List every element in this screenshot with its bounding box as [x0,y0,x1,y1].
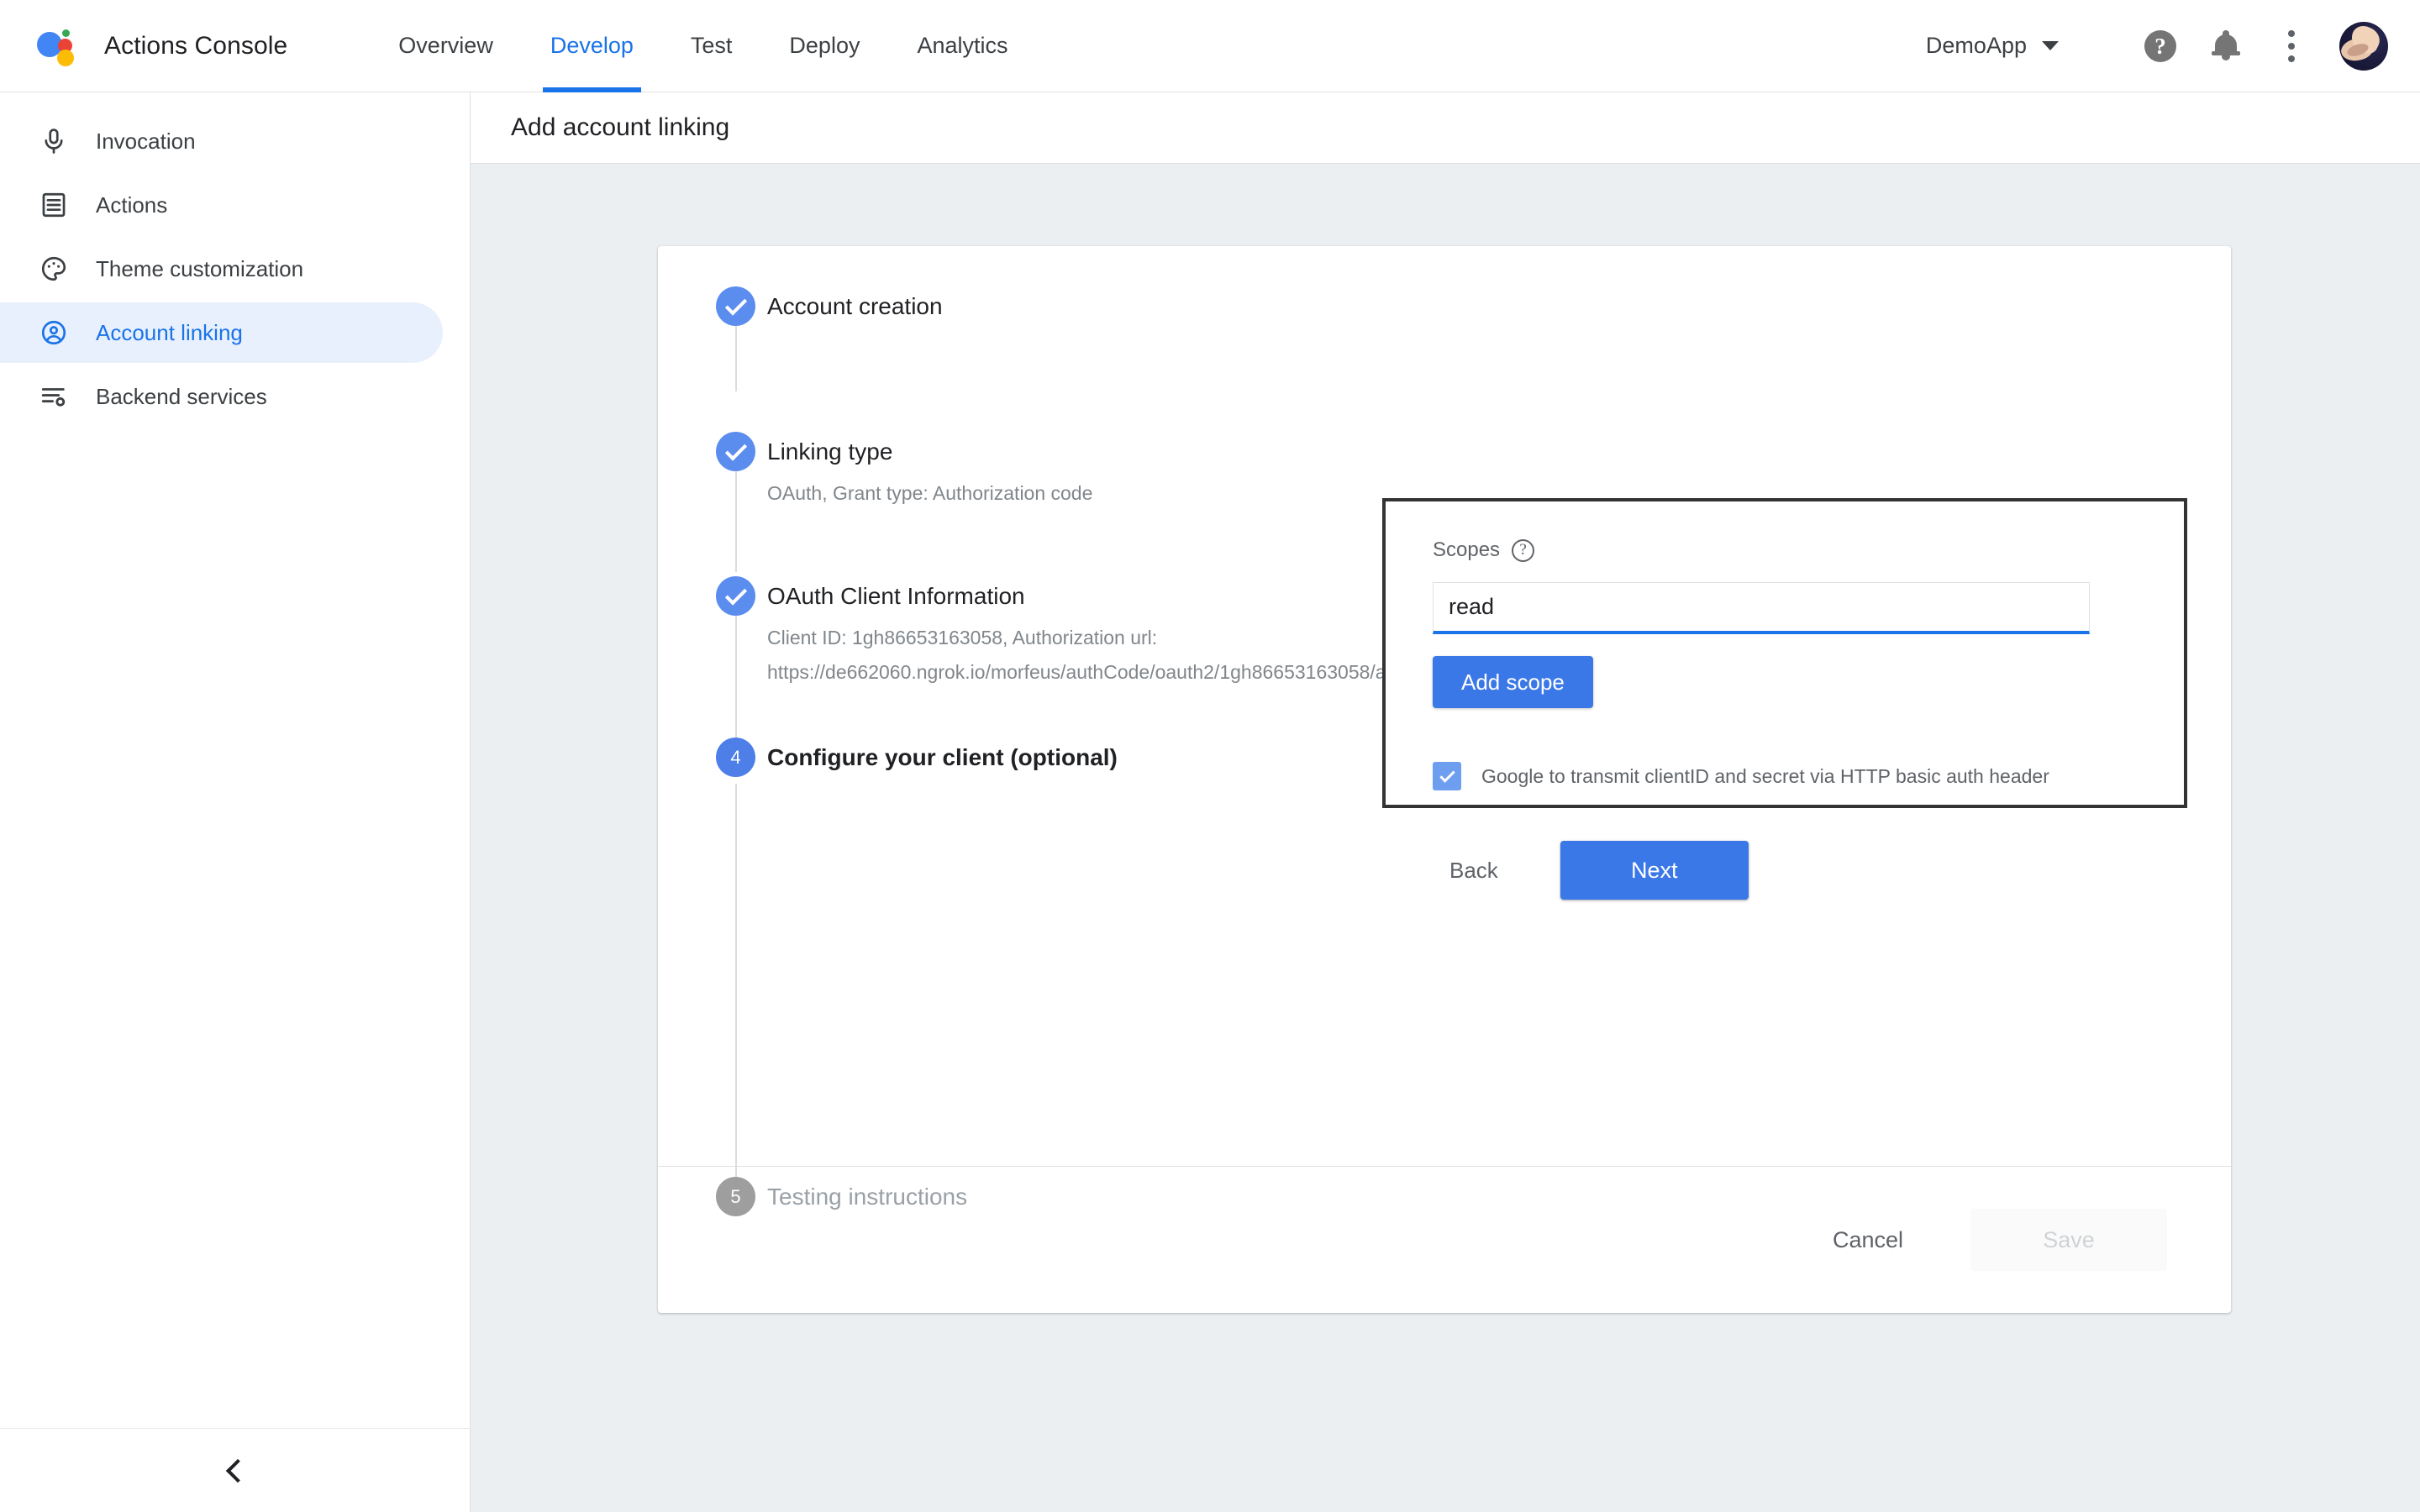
step-linking-type[interactable]: Linking type OAuth, Grant type: Authoriz… [658,432,1092,511]
sidebar-collapse-button[interactable] [0,1428,471,1512]
sidebar-item-label: Account linking [96,319,243,345]
sidebar: Invocation Actions Theme customization A… [0,92,471,1512]
wizard-nav-buttons: Back Next [1431,841,1749,900]
sidebar-item-invocation[interactable]: Invocation [0,111,443,171]
tab-test-label: Test [690,33,733,58]
step-marker-number: 4 [716,738,755,777]
step-subtitle: OAuth, Grant type: Authorization code [767,482,1093,504]
app-selector[interactable]: DemoApp [1926,33,2059,59]
main-nav-tabs: Overview Develop Test Deploy Analytics [370,0,1036,92]
list-document-icon [37,188,71,222]
app-selector-label: DemoApp [1925,33,2027,58]
card-body: Account creation Linking type OAuth, Gra… [658,246,2231,1216]
step-title: Account creation [767,293,943,319]
step-title: OAuth Client Information [767,583,1025,609]
step-connector [735,326,737,391]
tab-develop-label: Develop [550,33,634,58]
brand[interactable]: Actions Console [37,22,287,71]
content-area: Add account linking Account creation Lin… [471,92,2420,1512]
topbar-right-actions: DemoApp ? [1926,20,2388,72]
chevron-left-icon [225,1458,250,1483]
step-marker-check-icon [716,432,755,471]
scopes-label: Scopes [1433,538,1501,561]
step-title: Testing instructions [767,1184,968,1210]
tab-analytics-label: Analytics [917,33,1008,58]
cancel-button[interactable]: Cancel [1811,1210,1925,1270]
notifications-button[interactable] [2200,20,2252,72]
sidebar-item-backend-services[interactable]: Backend services [0,366,443,427]
step-testing-instructions[interactable]: 5 Testing instructions [658,1177,967,1216]
tab-deploy[interactable]: Deploy [760,0,888,92]
chevron-down-icon [2042,41,2059,50]
tab-overview[interactable]: Overview [370,0,522,92]
page-title: Add account linking [511,113,730,141]
sidebar-item-account-linking[interactable]: Account linking [0,302,443,363]
scope-input[interactable] [1433,582,2090,634]
tune-list-icon [37,380,71,413]
step-number: 5 [730,1185,741,1207]
save-button[interactable]: Save [1970,1209,2167,1271]
step-title: Linking type [767,438,893,465]
sidebar-item-label: Actions [96,192,168,218]
basic-auth-checkbox[interactable] [1433,762,1461,790]
google-assistant-logo-icon [37,22,86,71]
account-linking-card: Account creation Linking type OAuth, Gra… [658,246,2231,1313]
tab-overview-label: Overview [398,33,493,58]
add-scope-button[interactable]: Add scope [1433,656,1593,708]
step-marker-number: 5 [716,1177,755,1216]
step-marker-check-icon [716,286,755,326]
step-connector [735,784,737,1179]
step-account-creation[interactable]: Account creation [658,286,943,326]
top-app-bar: Actions Console Overview Develop Test De… [0,0,2420,92]
tab-deploy-label: Deploy [789,33,860,58]
sidebar-item-label: Theme customization [96,255,304,281]
step-number: 4 [730,746,741,768]
back-button[interactable]: Back [1431,843,1517,899]
help-button[interactable]: ? [2134,20,2186,72]
step-configure-your-client[interactable]: 4 Configure your client (optional) [658,738,1118,777]
next-button[interactable]: Next [1560,841,1749,900]
step-oauth-client-information[interactable]: OAuth Client Information Client ID: 1gh8… [658,576,1455,690]
avatar[interactable] [2339,21,2388,71]
kebab-menu-icon [2288,29,2295,62]
scopes-panel: Scopes ? Add scope Google to transmit cl… [1382,498,2187,808]
sidebar-item-theme-customization[interactable]: Theme customization [0,239,443,299]
step-subtitle-line2: https://de662060.ngrok.io/morfeus/authCo… [767,661,1455,683]
help-outline-icon[interactable]: ? [1512,538,1535,562]
sidebar-item-actions[interactable]: Actions [0,175,443,235]
step-marker-check-icon [716,576,755,616]
step-title: Configure your client (optional) [767,744,1118,770]
sidebar-item-label: Backend services [96,383,267,409]
microphone-icon [37,124,71,158]
brand-title: Actions Console [104,31,288,60]
tab-develop[interactable]: Develop [522,0,662,92]
bell-icon [2212,29,2240,62]
scopes-label-row: Scopes ? [1433,538,2184,562]
palette-icon [37,252,71,286]
help-icon: ? [2144,29,2176,62]
more-options-button[interactable] [2265,20,2317,72]
account-circle-icon [37,316,71,349]
sidebar-item-label: Invocation [96,128,196,154]
basic-auth-checkbox-label: Google to transmit clientID and secret v… [1481,764,2049,787]
tab-analytics[interactable]: Analytics [888,0,1036,92]
page-header: Add account linking [471,92,2420,164]
basic-auth-checkbox-row[interactable]: Google to transmit clientID and secret v… [1433,762,2184,790]
tab-test[interactable]: Test [662,0,761,92]
sidebar-nav-list: Invocation Actions Theme customization A… [0,92,470,427]
step-subtitle-line1: Client ID: 1gh86653163058, Authorization… [767,627,1158,648]
